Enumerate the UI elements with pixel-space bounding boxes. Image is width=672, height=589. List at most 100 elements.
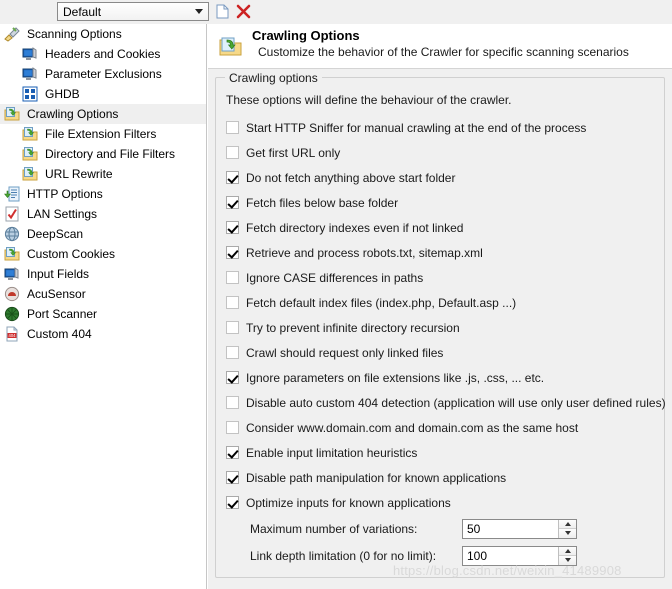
settings-tree[interactable]: Scanning Options Headers and Cookies Param…	[0, 24, 207, 589]
delete-profile-button[interactable]	[235, 3, 252, 20]
checkbox-unchecked-icon[interactable]	[226, 396, 239, 409]
checkbox-checked-icon[interactable]	[226, 221, 239, 234]
svg-text:404: 404	[9, 333, 17, 338]
sidebar-item-label: LAN Settings	[27, 207, 98, 221]
sidebar-item-file-extension-filters[interactable]: File Extension Filters	[0, 124, 206, 144]
crawling-folder-icon	[22, 127, 38, 141]
checkbox-row[interactable]: Disable path manipulation for known appl…	[226, 465, 656, 490]
checkbox-unchecked-icon[interactable]	[226, 146, 239, 159]
spinner-input[interactable]: 100	[462, 545, 577, 566]
checkbox-unchecked-icon[interactable]	[226, 121, 239, 134]
checkbox-label: Retrieve and process robots.txt, sitemap…	[246, 245, 483, 260]
crawling-folder-icon	[4, 107, 20, 121]
monitor-icon	[22, 47, 37, 60]
checkbox-label: Fetch default index files (index.php, De…	[246, 295, 517, 310]
ghdb-grid-icon	[22, 86, 38, 102]
crawling-folder-icon	[4, 106, 22, 122]
sidebar-item-deepscan[interactable]: DeepScan	[0, 224, 206, 244]
checkbox-row[interactable]: Start HTTP Sniffer for manual crawling a…	[226, 115, 656, 140]
checkbox-label: Fetch files below base folder	[246, 195, 399, 210]
monitor-icon	[22, 67, 37, 80]
crawling-folder-icon	[4, 247, 20, 261]
sidebar-item-input-fields[interactable]: Input Fields	[0, 264, 206, 284]
sidebar-item-http-options[interactable]: HTTP Options	[0, 184, 206, 204]
monitor-icon	[22, 66, 40, 82]
new-profile-button[interactable]	[214, 3, 231, 20]
spinner-up-icon[interactable]	[559, 519, 576, 529]
sidebar-item-ghdb[interactable]: GHDB	[0, 84, 206, 104]
spinner-buttons[interactable]	[558, 546, 576, 565]
checkbox-row[interactable]: Fetch default index files (index.php, De…	[226, 290, 656, 315]
checkbox-row[interactable]: Enable input limitation heuristics	[226, 440, 656, 465]
sidebar-item-headers-and-cookies[interactable]: Headers and Cookies	[0, 44, 206, 64]
checkbox-checked-icon[interactable]	[226, 471, 239, 484]
checkbox-unchecked-icon[interactable]	[226, 271, 239, 284]
checkbox-checked-icon[interactable]	[226, 371, 239, 384]
crawling-folder-icon	[22, 147, 38, 161]
checkbox-label: Try to prevent infinite directory recurs…	[246, 320, 460, 335]
crawling-options-group: Crawling options These options will defi…	[215, 71, 666, 578]
numeric-field-row: Maximum number of variations: 50	[250, 515, 656, 542]
sidebar-item-label: Scanning Options	[27, 27, 122, 41]
crawling-folder-icon	[22, 126, 40, 142]
checkbox-row[interactable]: Fetch files below base folder	[226, 190, 656, 215]
checkbox-row[interactable]: Do not fetch anything above start folder	[226, 165, 656, 190]
custom-404-icon: 404	[4, 326, 22, 342]
lan-settings-icon	[4, 206, 22, 222]
checkbox-row[interactable]: Consider www.domain.com and domain.com a…	[226, 415, 656, 440]
checkbox-unchecked-icon[interactable]	[226, 321, 239, 334]
checkbox-label: Disable auto custom 404 detection (appli…	[246, 395, 666, 410]
page-header: Crawling Options Customize the behavior …	[208, 24, 672, 69]
checkbox-row[interactable]: Fetch directory indexes even if not link…	[226, 215, 656, 240]
crawling-folder-icon	[218, 36, 244, 60]
checkbox-row[interactable]: Disable auto custom 404 detection (appli…	[226, 390, 666, 415]
spinner-value[interactable]: 50	[463, 520, 558, 538]
checkbox-unchecked-icon[interactable]	[226, 421, 239, 434]
checkbox-checked-icon[interactable]	[226, 446, 239, 459]
sidebar-item-label: DeepScan	[27, 227, 84, 241]
sidebar-item-acusensor[interactable]: AcuSensor	[0, 284, 206, 304]
sidebar-item-port-scanner[interactable]: Port Scanner	[0, 304, 206, 324]
sidebar-item-custom-cookies[interactable]: Custom Cookies	[0, 244, 206, 264]
spinner-down-icon[interactable]	[559, 556, 576, 565]
scan-profile-dropdown[interactable]: Default	[57, 2, 209, 21]
spinner-up-icon[interactable]	[559, 546, 576, 556]
checkbox-row[interactable]: Retrieve and process robots.txt, sitemap…	[226, 240, 656, 265]
checkbox-row[interactable]: Ignore parameters on file extensions lik…	[226, 365, 656, 390]
scan-profile-value: Default	[63, 4, 102, 19]
checkbox-row[interactable]: Try to prevent infinite directory recurs…	[226, 315, 656, 340]
chevron-down-icon[interactable]	[190, 9, 208, 14]
sidebar-item-scanning-options[interactable]: Scanning Options	[0, 24, 206, 44]
checkbox-checked-icon[interactable]	[226, 246, 239, 259]
sidebar-item-label: Parameter Exclusions	[45, 67, 162, 81]
checkbox-label: Ignore CASE differences in paths	[246, 270, 424, 285]
spinner-value[interactable]: 100	[463, 547, 558, 565]
group-description: These options will define the behaviour …	[226, 93, 512, 107]
sidebar-item-custom-404[interactable]: 404 Custom 404	[0, 324, 206, 344]
checkbox-checked-icon[interactable]	[226, 171, 239, 184]
sidebar-item-label: Input Fields	[27, 267, 90, 281]
sidebar-item-lan-settings[interactable]: LAN Settings	[0, 204, 206, 224]
sidebar-item-label: AcuSensor	[27, 287, 86, 301]
sidebar-item-parameter-exclusions[interactable]: Parameter Exclusions	[0, 64, 206, 84]
sidebar-item-label: Custom 404	[27, 327, 92, 341]
settings-detail-pane: Crawling Options Customize the behavior …	[208, 24, 672, 589]
sidebar-item-directory-and-file-filters[interactable]: Directory and File Filters	[0, 144, 206, 164]
port-scanner-icon	[4, 306, 22, 322]
checkbox-row[interactable]: Get first URL only	[226, 140, 656, 165]
checkbox-checked-icon[interactable]	[226, 496, 239, 509]
checkbox-row[interactable]: Ignore CASE differences in paths	[226, 265, 656, 290]
spinner-input[interactable]: 50	[462, 518, 577, 539]
checkbox-row[interactable]: Optimize inputs for known applications	[226, 490, 656, 515]
spinner-buttons[interactable]	[558, 519, 576, 538]
sidebar-item-url-rewrite[interactable]: URL Rewrite	[0, 164, 206, 184]
spinner-down-icon[interactable]	[559, 529, 576, 538]
checkbox-unchecked-icon[interactable]	[226, 346, 239, 359]
group-legend: Crawling options	[225, 71, 322, 85]
sidebar-item-crawling-options[interactable]: Crawling Options	[0, 104, 206, 124]
http-options-icon	[3, 186, 20, 202]
checkbox-row[interactable]: Crawl should request only linked files	[226, 340, 656, 365]
checkbox-unchecked-icon[interactable]	[226, 296, 239, 309]
checkbox-label: Get first URL only	[246, 145, 341, 160]
checkbox-checked-icon[interactable]	[226, 196, 239, 209]
